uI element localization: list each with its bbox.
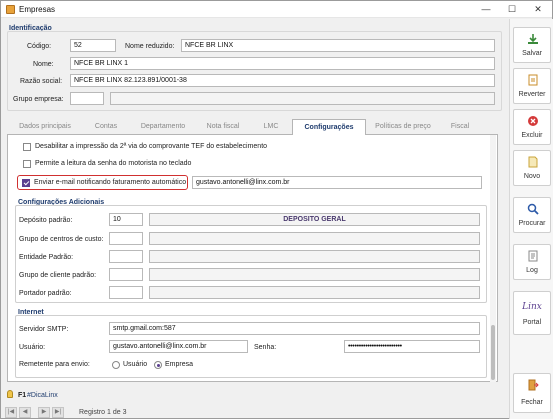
grupo-cc-code-field[interactable]: [109, 232, 143, 245]
usuario-label: Usuário:: [19, 344, 46, 351]
last-record-button[interactable]: ▶|: [52, 407, 64, 418]
panel-scrollbar[interactable]: [490, 135, 496, 382]
reverter-button[interactable]: Reverter: [513, 68, 551, 104]
nome-reduzido-field[interactable]: NFCE BR LINX: [181, 39, 495, 52]
grupo-empresa-code-field[interactable]: [70, 92, 104, 105]
grupo-cliente-label: Grupo de cliente padrão:: [19, 272, 97, 279]
senha-motorista-label: Permite a leitura da senha do motorista …: [35, 160, 192, 167]
record-counter: Registro 1 de 3: [79, 409, 127, 416]
lightbulb-icon: [7, 390, 13, 398]
dica-linx-link[interactable]: #DicaLinx: [27, 392, 58, 399]
razao-social-label: Razão social:: [20, 78, 63, 85]
salvar-button[interactable]: Salvar: [513, 27, 551, 63]
grupo-cliente-code-field[interactable]: [109, 268, 143, 281]
fechar-label: Fechar: [521, 399, 543, 406]
novo-button[interactable]: Novo: [513, 150, 551, 186]
tab-dados-principais[interactable]: Dados principais: [9, 121, 81, 135]
razao-social-field[interactable]: NFCE BR LINX 82.123.891/0001-38: [70, 74, 495, 87]
deposito-label: Depósito padrão:: [19, 217, 73, 224]
grupo-cc-label: Grupo de centros de custo:: [19, 236, 104, 243]
tef-checkbox[interactable]: [23, 143, 31, 151]
nome-label: Nome:: [33, 61, 54, 68]
grupo-empresa-name-field: [110, 92, 495, 105]
remetente-empresa-radio[interactable]: [154, 361, 162, 369]
nome-reduzido-label: Nome reduzido:: [125, 43, 175, 50]
email-notificacao-checkbox[interactable]: [22, 179, 30, 187]
tab-politicas-de-preco[interactable]: Políticas de preço: [368, 121, 438, 135]
tab-fiscal[interactable]: Fiscal: [440, 121, 480, 135]
delete-icon: [528, 116, 538, 126]
senha-label: Senha:: [254, 344, 277, 351]
remetente-label: Remetente para envio:: [19, 361, 90, 368]
remetente-empresa-label: Empresa: [165, 361, 194, 368]
first-record-button[interactable]: |◀: [5, 407, 17, 418]
excluir-label: Excluir: [521, 132, 543, 139]
novo-label: Novo: [523, 173, 541, 180]
tef-label: Desabilitar a impressão da 2ª via do com…: [35, 143, 268, 150]
title-bar: Empresas — ☐ ✕: [1, 1, 552, 18]
close-window-button[interactable]: ✕: [525, 1, 551, 18]
deposito-name-field: DEPOSITO GERAL: [149, 213, 480, 226]
revert-icon: [528, 74, 538, 86]
exit-icon: [528, 379, 539, 391]
search-icon: [527, 203, 539, 215]
codigo-field[interactable]: 52: [70, 39, 116, 52]
codigo-label: Código:: [27, 43, 52, 50]
smtp-field[interactable]: smtp.gmail.com:587: [109, 322, 480, 335]
portador-label: Portador padrão:: [19, 290, 72, 297]
tip-key: F1: [18, 392, 27, 399]
tab-contas[interactable]: Contas: [83, 121, 129, 135]
procurar-button[interactable]: Procurar: [513, 197, 551, 233]
log-button[interactable]: Log: [513, 244, 551, 280]
tab-nota-fiscal[interactable]: Nota fiscal: [197, 121, 249, 135]
deposito-code-field[interactable]: 10: [109, 213, 143, 226]
portador-name-field: [149, 286, 480, 299]
tab-lmc[interactable]: LMC: [251, 121, 291, 135]
window-title: Empresas: [19, 5, 56, 14]
tab-configuracoes[interactable]: Configurações: [292, 119, 366, 136]
action-sidebar: Salvar Reverter Excluir Novo Procurar Lo…: [509, 19, 553, 419]
email-notificacao-label: Enviar e-mail notificando faturamento au…: [34, 179, 187, 186]
entidade-label: Entidade Padrão:: [19, 254, 74, 261]
portal-label: Portal: [522, 319, 542, 326]
salvar-label: Salvar: [522, 50, 542, 57]
entidade-name-field: [149, 250, 480, 263]
scrollbar-thumb[interactable]: [491, 325, 495, 380]
tab-departamento[interactable]: Departamento: [131, 121, 195, 135]
tab-bar: Dados principais Contas Departamento Not…: [7, 119, 498, 136]
nome-field[interactable]: NFCE BR LINX 1: [70, 57, 495, 70]
next-record-button[interactable]: ▶: [38, 407, 50, 418]
maximize-button[interactable]: ☐: [499, 1, 525, 18]
senha-motorista-checkbox[interactable]: [23, 160, 31, 168]
procurar-label: Procurar: [518, 220, 546, 227]
grupo-cc-name-field: [149, 232, 480, 245]
log-label: Log: [526, 267, 538, 274]
linx-logo-icon: Linx: [522, 302, 542, 312]
portal-button[interactable]: Linx Portal: [513, 291, 551, 335]
empresas-window: Empresas — ☐ ✕ Identificação Código: 52 …: [0, 0, 553, 419]
grupo-cliente-name-field: [149, 268, 480, 281]
senha-field[interactable]: •••••••••••••••••••••••••: [344, 340, 480, 353]
minimize-button[interactable]: —: [473, 1, 499, 18]
app-icon: [6, 5, 15, 14]
log-icon: [528, 250, 538, 262]
fechar-button[interactable]: Fechar: [513, 373, 551, 413]
remetente-usuario-radio[interactable]: [112, 361, 120, 369]
grupo-empresa-label: Grupo empresa:: [13, 96, 64, 103]
reverter-label: Reverter: [518, 91, 546, 98]
excluir-button[interactable]: Excluir: [513, 109, 551, 145]
configuracoes-panel: Desabilitar a impressão da 2ª via do com…: [7, 135, 498, 382]
email-notificacao-field[interactable]: gustavo.antonelli@linx.com.br: [192, 176, 482, 189]
portador-code-field[interactable]: [109, 286, 143, 299]
save-icon: [528, 34, 538, 44]
usuario-field[interactable]: gustavo.antonelli@linx.com.br: [109, 340, 248, 353]
new-document-icon: [528, 156, 538, 168]
entidade-code-field[interactable]: [109, 250, 143, 263]
remetente-usuario-label: Usuário: [123, 361, 148, 368]
smtp-label: Servidor SMTP:: [19, 326, 69, 333]
prev-record-button[interactable]: ◀: [19, 407, 31, 418]
